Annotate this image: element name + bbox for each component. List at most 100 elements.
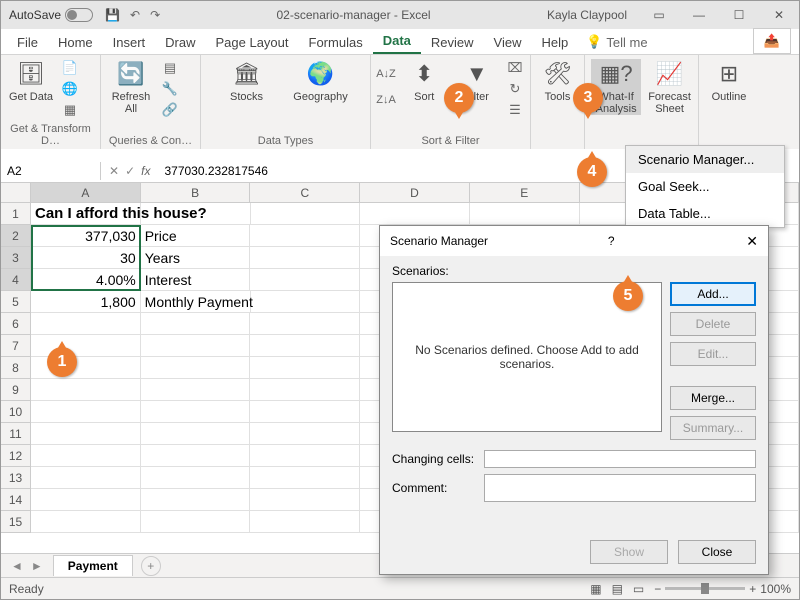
- changing-cells-label: Changing cells:: [392, 452, 484, 466]
- close-button[interactable]: Close: [678, 540, 756, 564]
- cell[interactable]: Price: [141, 225, 251, 247]
- forecast-sheet-button[interactable]: 📈 Forecast Sheet: [647, 59, 692, 115]
- dialog-close-icon[interactable]: ✕: [746, 233, 758, 250]
- col-header[interactable]: B: [141, 183, 251, 202]
- close-icon[interactable]: ✕: [759, 1, 799, 29]
- zoom-out-icon[interactable]: −: [654, 582, 661, 596]
- callout-2: 2: [444, 83, 474, 113]
- name-box[interactable]: A2: [1, 162, 101, 180]
- add-button[interactable]: Add...: [670, 282, 756, 306]
- tab-review[interactable]: Review: [421, 31, 484, 54]
- advanced-icon[interactable]: ☰: [506, 101, 524, 119]
- enter-icon[interactable]: ✓: [125, 164, 135, 178]
- data-tools-button[interactable]: 🛠 Tools: [537, 59, 578, 103]
- select-all-corner[interactable]: [1, 183, 31, 202]
- view-pagelayout-icon[interactable]: ▤: [612, 582, 623, 596]
- tab-pagelayout[interactable]: Page Layout: [206, 31, 299, 54]
- status-ready: Ready: [9, 582, 44, 596]
- cell[interactable]: 1,800: [31, 291, 141, 313]
- properties-icon[interactable]: 🔧: [161, 80, 179, 98]
- group-label: Get & Transform D…: [7, 121, 94, 147]
- tab-help[interactable]: Help: [531, 31, 578, 54]
- group-label: Queries & Con…: [107, 133, 194, 147]
- tools-icon: 🛠: [544, 59, 572, 89]
- group-label: Data Types: [207, 133, 364, 147]
- cell[interactable]: Monthly Payment: [141, 291, 251, 313]
- next-sheet-icon[interactable]: ►: [31, 559, 43, 573]
- scenarios-label: Scenarios:: [392, 264, 756, 278]
- ribbon-options-icon[interactable]: ▭: [639, 1, 679, 29]
- zoom-in-icon[interactable]: +: [749, 582, 756, 596]
- cell[interactable]: 377,030: [31, 225, 141, 247]
- undo-icon[interactable]: ↶: [130, 8, 140, 22]
- col-header[interactable]: E: [470, 183, 580, 202]
- save-icon[interactable]: 💾: [105, 8, 120, 22]
- callout-3: 3: [573, 83, 603, 113]
- sort-az-icon[interactable]: A↓Z: [377, 65, 395, 83]
- comment-field: [484, 474, 756, 502]
- window-title: 02-scenario-manager - Excel: [160, 8, 547, 22]
- callout-5: 5: [613, 281, 643, 311]
- queries-icon[interactable]: ▤: [161, 59, 179, 77]
- tab-view[interactable]: View: [484, 31, 532, 54]
- fx-icon[interactable]: fx: [141, 164, 150, 178]
- redo-icon[interactable]: ↷: [150, 8, 160, 22]
- cancel-icon[interactable]: ✕: [109, 164, 119, 178]
- stocks-button[interactable]: 🏛 Stocks: [215, 59, 279, 103]
- menu-goal-seek[interactable]: Goal Seek...: [626, 173, 784, 200]
- autosave-label: AutoSave: [9, 8, 61, 22]
- outline-icon: ⊞: [720, 59, 738, 89]
- add-sheet-button[interactable]: +: [141, 556, 161, 576]
- sort-button[interactable]: ⬍ Sort: [401, 59, 448, 103]
- reapply-icon[interactable]: ↻: [506, 80, 524, 98]
- tab-insert[interactable]: Insert: [103, 31, 156, 54]
- geography-icon: 🌍: [307, 59, 334, 89]
- edit-links-icon[interactable]: 🔗: [161, 101, 179, 119]
- share-button[interactable]: 📤: [753, 28, 791, 54]
- cell[interactable]: 30: [31, 247, 141, 269]
- autosave-toggle[interactable]: [65, 8, 93, 22]
- maximize-icon[interactable]: ☐: [719, 1, 759, 29]
- cell[interactable]: Interest: [141, 269, 251, 291]
- tab-formulas[interactable]: Formulas: [299, 31, 373, 54]
- dialog-title: Scenario Manager: [390, 234, 488, 248]
- col-header[interactable]: A: [31, 183, 141, 202]
- stocks-icon: 🏛: [233, 59, 261, 89]
- sort-icon: ⬍: [415, 59, 433, 89]
- view-pagebreak-icon[interactable]: ▭: [633, 582, 644, 596]
- cell[interactable]: Can I afford this house?: [31, 203, 141, 225]
- tell-me[interactable]: 💡 Tell me: [578, 30, 655, 54]
- menu-scenario-manager[interactable]: Scenario Manager...: [626, 146, 784, 173]
- merge-button[interactable]: Merge...: [670, 386, 756, 410]
- from-text-icon[interactable]: 📄: [61, 59, 79, 77]
- tab-home[interactable]: Home: [48, 31, 103, 54]
- col-header[interactable]: D: [360, 183, 470, 202]
- col-header[interactable]: C: [250, 183, 360, 202]
- callout-4: 4: [577, 157, 607, 187]
- callout-1: 1: [47, 347, 77, 377]
- zoom-slider[interactable]: [665, 587, 745, 590]
- cell[interactable]: Years: [141, 247, 251, 269]
- help-icon[interactable]: ?: [608, 234, 615, 248]
- tab-draw[interactable]: Draw: [155, 31, 205, 54]
- get-data-button[interactable]: 🗄 Get Data: [7, 59, 55, 103]
- clear-filter-icon[interactable]: ⌧: [506, 59, 524, 77]
- tab-file[interactable]: File: [7, 31, 48, 54]
- comment-label: Comment:: [392, 481, 484, 495]
- prev-sheet-icon[interactable]: ◄: [11, 559, 23, 573]
- cell[interactable]: 4.00%: [31, 269, 141, 291]
- tab-data[interactable]: Data: [373, 29, 421, 54]
- geography-button[interactable]: 🌍 Geography: [285, 59, 357, 103]
- from-table-icon[interactable]: ▦: [61, 101, 79, 119]
- whatif-icon: ▦?: [600, 59, 633, 89]
- titlebar: AutoSave 💾 ↶ ↷ 02-scenario-manager - Exc…: [1, 1, 799, 29]
- refresh-all-button[interactable]: 🔄 Refresh All: [107, 59, 155, 115]
- outline-button[interactable]: ⊞ Outline: [705, 59, 753, 103]
- minimize-icon[interactable]: —: [679, 1, 719, 29]
- menu-data-table[interactable]: Data Table...: [626, 200, 784, 227]
- sheet-tab[interactable]: Payment: [53, 555, 133, 576]
- filter-icon: ▼: [466, 59, 488, 89]
- view-normal-icon[interactable]: ▦: [590, 582, 601, 596]
- from-web-icon[interactable]: 🌐: [61, 80, 79, 98]
- sort-za-icon[interactable]: Z↓A: [377, 91, 395, 109]
